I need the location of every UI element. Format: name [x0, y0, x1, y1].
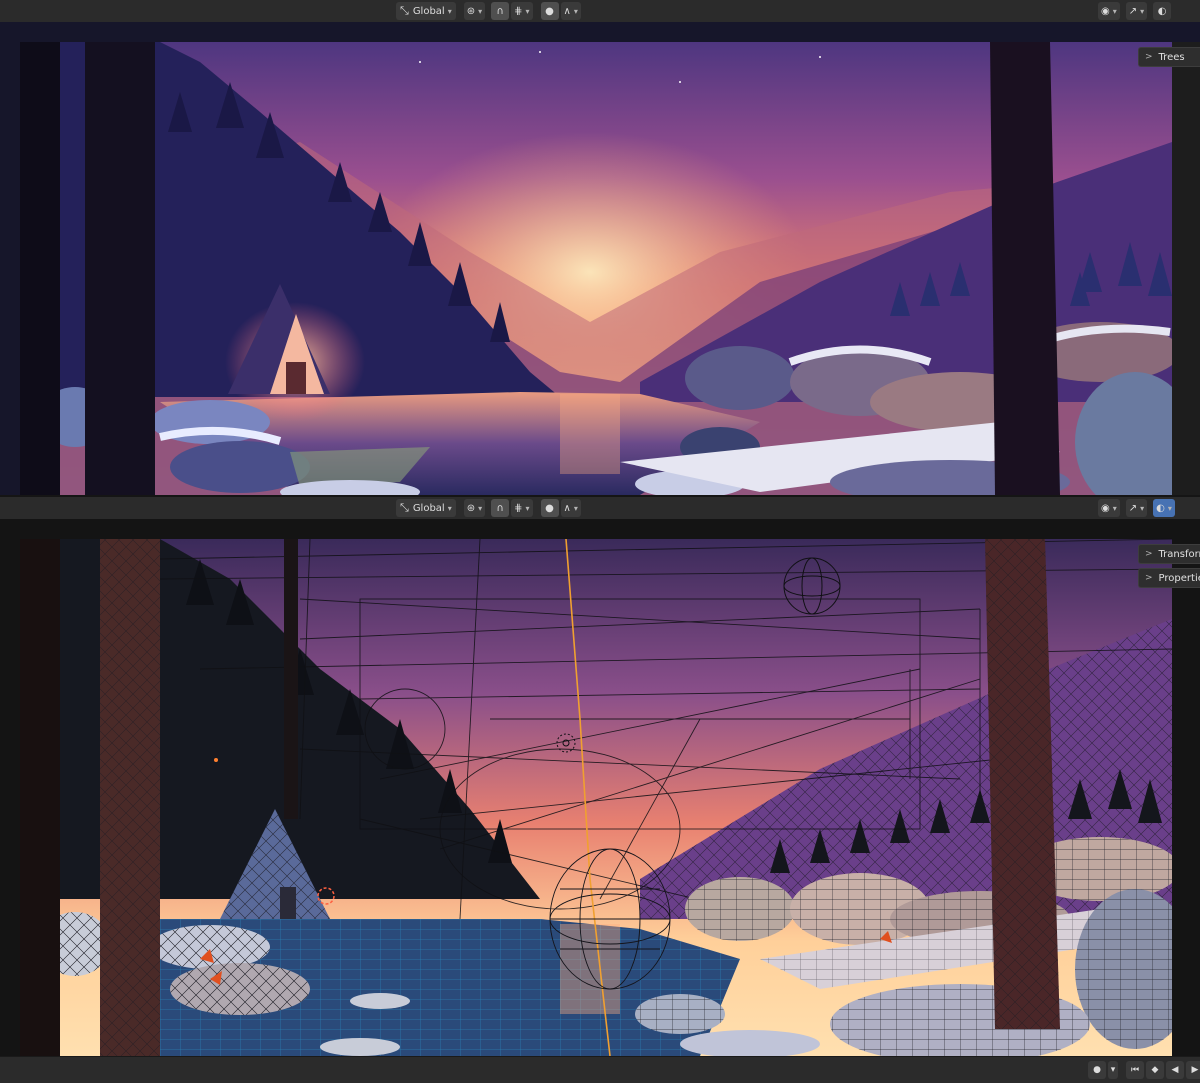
pivot-point-icon: ⊛ — [466, 502, 476, 514]
sidebar-tab-properties[interactable]: > Properties — [1138, 568, 1200, 588]
falloff-dropdown[interactable]: ∧ ▾ — [560, 2, 581, 20]
chevron-down-icon: ▾ — [573, 503, 578, 513]
gizmo-dropdown[interactable]: ↗ ▾ — [1125, 2, 1148, 20]
chevron-down-icon: ▾ — [447, 6, 452, 16]
playback-controls: ⏮ ◆ ◀ ▶ — [1126, 1061, 1200, 1079]
top-viewport-header: ⤡ Global ▾ ⊛ ▾ ∩ ⋕ ▾ ● ∧ ▾ ◉ ▾ ↗ ▾ ◐ — [0, 0, 1200, 23]
overlay-icon: ◐ — [1157, 5, 1167, 17]
chevron-down-icon: ▾ — [478, 503, 483, 513]
play-reverse-icon: ◀ — [1171, 1065, 1179, 1075]
eye-visibility-icon: ◉ — [1101, 502, 1110, 514]
snap-increment-icon: ⋕ — [514, 5, 523, 17]
bottom-viewport-header: ⤡ Global ▾ ⊛ ▾ ∩ ⋕ ▾ ● ∧ ▾ ◉ ▾ ↗ ▾ ◐ ▾ — [0, 497, 1200, 520]
proportional-edit-toggle[interactable]: ● — [540, 499, 559, 517]
gizmo-dropdown[interactable]: ↗ ▾ — [1125, 499, 1148, 517]
falloff-curve-icon: ∧ — [563, 502, 571, 514]
chevron-down-icon: ▾ — [478, 6, 483, 16]
visibility-dropdown[interactable]: ◉ ▾ — [1098, 499, 1120, 517]
jump-start-button[interactable]: ⏮ — [1126, 1061, 1144, 1079]
top-rendered-scene — [0, 22, 1200, 495]
snap-magnet-icon: ∩ — [496, 502, 504, 514]
record-controls: ● ▾ — [1088, 1061, 1120, 1079]
prev-keyframe-icon: ◆ — [1151, 1065, 1159, 1075]
sidebar-tab-label: Properties — [1158, 572, 1200, 584]
chevron-right-icon: > — [1145, 52, 1153, 62]
snap-increment-icon: ⋕ — [514, 502, 523, 514]
transform-orientation-dropdown[interactable]: ⤡ Global ▾ — [396, 499, 456, 517]
overlay-toggle[interactable]: ◐ ▾ — [1153, 499, 1175, 517]
top-view-controls: ◉ ▾ ↗ ▾ ◐ — [1098, 2, 1173, 20]
snap-toggle[interactable]: ∩ — [491, 2, 510, 20]
sidebar-tab-trees[interactable]: > Trees — [1138, 47, 1200, 67]
chevron-down-icon: ▾ — [525, 6, 530, 16]
jump-start-icon: ⏮ — [1130, 1065, 1140, 1075]
chevron-right-icon: > — [1145, 549, 1153, 559]
snap-magnet-icon: ∩ — [496, 5, 504, 17]
chevron-down-icon: ▾ — [1167, 503, 1172, 513]
timeline-bar: ● ▾ ⏮ ◆ ◀ ▶ — [0, 1056, 1200, 1083]
pivot-point-dropdown[interactable]: ⊛ ▾ — [463, 499, 486, 517]
chevron-down-icon: ▾ — [1112, 6, 1117, 16]
snap-toggle[interactable]: ∩ — [491, 499, 510, 517]
chevron-down-icon: ▾ — [1140, 6, 1145, 16]
sidebar-tab-label: Trees — [1158, 51, 1185, 63]
top-transform-controls: ⤡ Global ▾ ⊛ ▾ ∩ ⋕ ▾ ● ∧ ▾ — [396, 2, 583, 20]
transform-orientation-label: Global — [412, 5, 445, 17]
chevron-down-icon: ▾ — [1140, 503, 1145, 513]
chevron-down-icon: ▾ — [1112, 503, 1117, 513]
overlay-toggle[interactable]: ◐ — [1153, 2, 1172, 20]
record-button[interactable]: ● — [1088, 1061, 1106, 1079]
play-reverse-button[interactable]: ◀ — [1166, 1061, 1184, 1079]
sidebar-tab-label: Transform — [1158, 548, 1200, 560]
gizmo-icon: ↗ — [1128, 5, 1138, 17]
transform-orientation-label: Global — [412, 502, 445, 514]
falloff-curve-icon: ∧ — [563, 5, 571, 17]
axis-orientation-icon: ⤡ — [400, 501, 409, 514]
chevron-down-icon: ▾ — [447, 503, 452, 513]
bottom-view-controls: ◉ ▾ ↗ ▾ ◐ ▾ — [1098, 499, 1177, 517]
bottom-wireframe-scene — [0, 519, 1200, 1056]
visibility-dropdown[interactable]: ◉ ▾ — [1098, 2, 1120, 20]
chevron-down-icon: ▾ — [573, 6, 578, 16]
top-3d-viewport[interactable]: > Trees — [0, 22, 1200, 495]
proportional-edit-icon: ● — [545, 5, 554, 17]
chevron-down-icon: ▾ — [1110, 1065, 1116, 1075]
eye-visibility-icon: ◉ — [1101, 5, 1110, 17]
bottom-transform-controls: ⤡ Global ▾ ⊛ ▾ ∩ ⋕ ▾ ● ∧ ▾ — [396, 499, 583, 517]
transform-orientation-dropdown[interactable]: ⤡ Global ▾ — [396, 2, 456, 20]
axis-orientation-icon: ⤡ — [400, 4, 409, 17]
gizmo-icon: ↗ — [1128, 502, 1138, 514]
prev-keyframe-button[interactable]: ◆ — [1146, 1061, 1164, 1079]
proportional-edit-icon: ● — [545, 502, 554, 514]
play-icon: ▶ — [1191, 1065, 1199, 1075]
falloff-dropdown[interactable]: ∧ ▾ — [560, 499, 581, 517]
play-button[interactable]: ▶ — [1186, 1061, 1200, 1079]
pivot-point-icon: ⊛ — [466, 5, 476, 17]
record-icon: ● — [1093, 1065, 1101, 1075]
chevron-down-icon: ▾ — [525, 503, 530, 513]
pivot-point-dropdown[interactable]: ⊛ ▾ — [463, 2, 486, 20]
chevron-right-icon: > — [1145, 573, 1153, 583]
snap-target-dropdown[interactable]: ⋕ ▾ — [511, 499, 533, 517]
record-options-dropdown[interactable]: ▾ — [1108, 1061, 1118, 1079]
proportional-edit-toggle[interactable]: ● — [540, 2, 559, 20]
snap-target-dropdown[interactable]: ⋕ ▾ — [511, 2, 533, 20]
overlay-icon: ◐ — [1156, 502, 1165, 514]
sidebar-tab-transform[interactable]: > Transform — [1138, 544, 1200, 564]
bottom-3d-viewport[interactable]: > Transform > Properties — [0, 519, 1200, 1056]
